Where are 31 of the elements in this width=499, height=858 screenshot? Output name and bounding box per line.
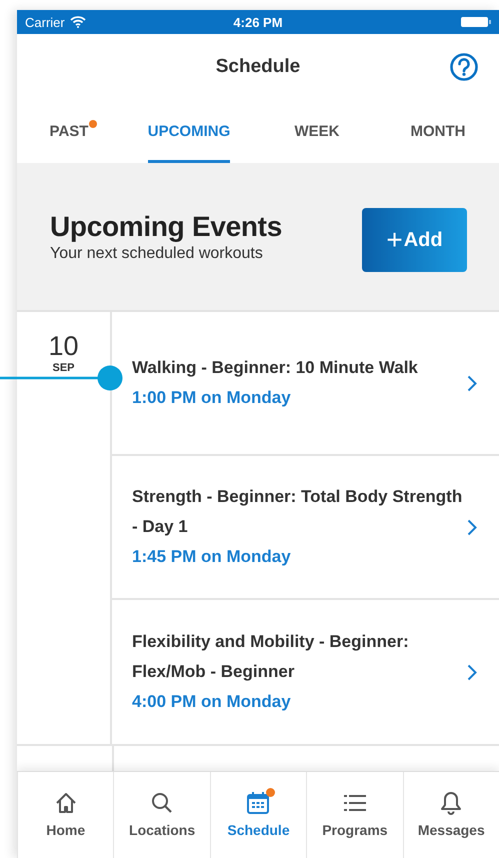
event-time: 1:45 PM on Monday	[132, 546, 292, 568]
nav-item[interactable]: Messages	[402, 772, 499, 858]
tab[interactable]: PAST	[50, 100, 88, 163]
day-number: 10	[48, 330, 79, 362]
chevron-icon	[467, 664, 477, 680]
status-time: 4:26 PM	[233, 14, 283, 30]
chevron-icon	[467, 374, 477, 392]
event-title: Strength - Beginner: Total Body Strength - Day 1	[132, 486, 464, 538]
event-time: 1:00 PM on Monday	[132, 387, 292, 409]
nav-item[interactable]: Programs	[306, 772, 403, 858]
event-row[interactable]: Strength - Beginner: Total Body Strength - Day 1 1:45 PM on Monday	[112, 456, 499, 600]
section-title: Upcoming Events	[50, 210, 283, 242]
nav-item[interactable]: Home	[17, 772, 114, 858]
event-row[interactable]: Flexibility and Mobility - Beginner: Flex/Mob - Beginner 4:00 PM on Monday	[112, 600, 499, 744]
section-subtitle: Your next scheduled workouts	[50, 244, 264, 262]
nav-item[interactable]: Locations	[113, 772, 210, 858]
help-icon[interactable]	[449, 52, 479, 82]
event-time: 4:00 PM on Monday	[132, 691, 292, 713]
screen-title: Schedule	[216, 56, 300, 78]
event-title: Flexibility and Mobility - Beginner: Flex/Mob - Beginner	[132, 631, 410, 683]
add-button[interactable]: +Add	[362, 208, 467, 272]
wifi-icon	[70, 16, 86, 28]
calendar-icon	[245, 790, 272, 816]
nav-item[interactable]: Schedule	[210, 772, 306, 858]
event-title: Walking - Beginner: 10 Minute Walk	[132, 357, 419, 379]
chevron-icon	[467, 518, 477, 536]
tab[interactable]: WEEK	[294, 100, 340, 163]
month-label: SEP	[52, 362, 74, 374]
tab[interactable]: MONTH	[410, 100, 466, 163]
battery-icon	[461, 16, 491, 28]
carrier-name: Carrier	[25, 14, 65, 30]
